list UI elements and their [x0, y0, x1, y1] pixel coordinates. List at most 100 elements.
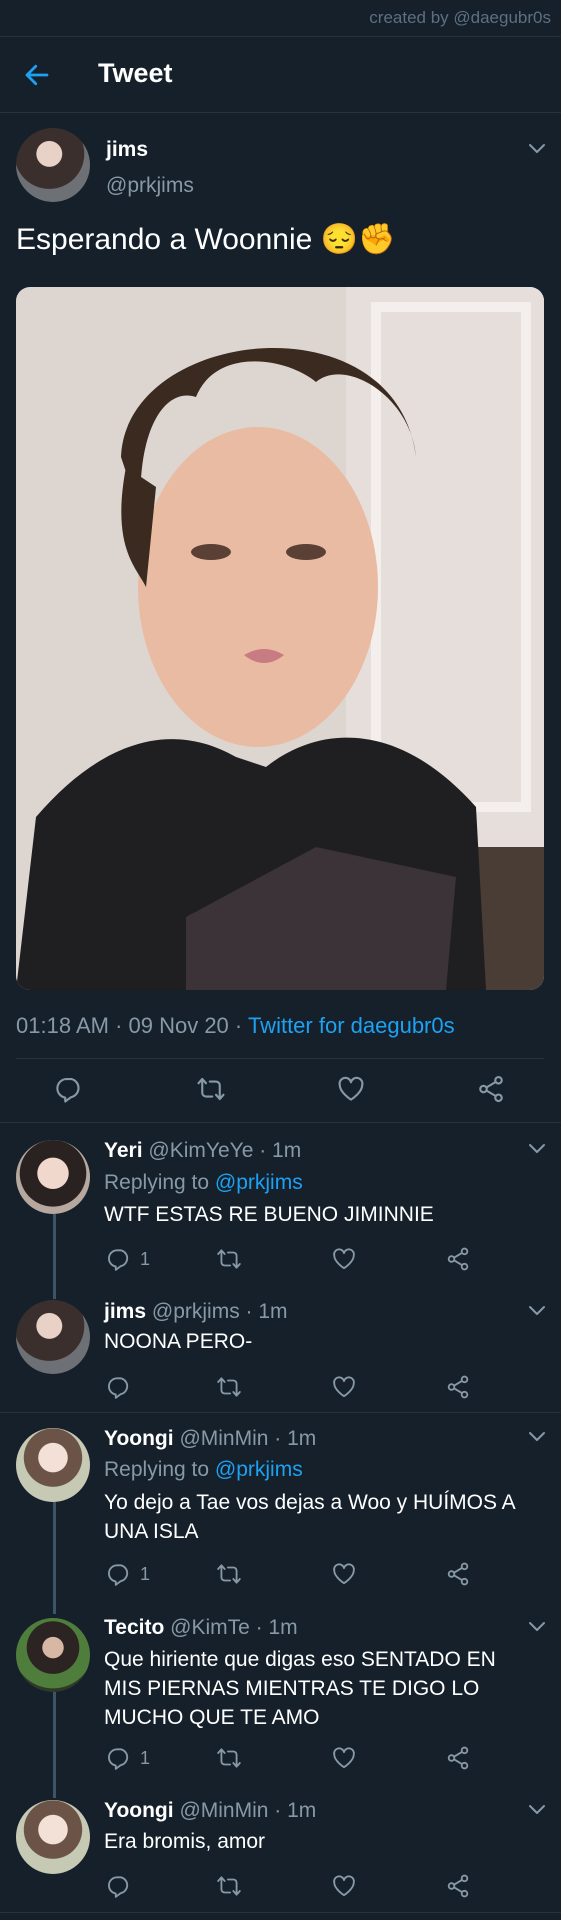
reply-icon [106, 1745, 132, 1771]
reply-button[interactable]: 1 [106, 1745, 150, 1771]
reply-icon[interactable] [54, 1074, 84, 1104]
main-tweet-divider [0, 1122, 561, 1123]
retweet-icon[interactable] [216, 1745, 242, 1771]
reply-text-line: WTF ESTAS RE BUENO JIMINNIE [104, 1203, 434, 1226]
reply-author-name[interactable]: Yeri [104, 1139, 143, 1162]
retweet-icon[interactable] [196, 1074, 226, 1104]
reply-author-name[interactable]: jims [104, 1300, 146, 1323]
tweet-photo[interactable] [16, 287, 544, 990]
reply-icon [106, 1561, 132, 1587]
reply-icon [106, 1873, 132, 1899]
share-icon[interactable] [445, 1745, 471, 1771]
replying-to: Replying to @prkjims [104, 1171, 303, 1195]
reply-author-handle[interactable]: @KimTe · 1m [170, 1616, 298, 1639]
chevron-down-icon[interactable] [528, 1621, 546, 1633]
reply-author-handle[interactable]: @KimYeYe · 1m [148, 1139, 301, 1162]
replying-to-label: Replying to [104, 1458, 215, 1481]
replying-to-link[interactable]: @prkjims [215, 1458, 303, 1481]
reply-author-name[interactable]: Yoongi [104, 1427, 174, 1450]
reply-button[interactable] [106, 1873, 140, 1899]
reply-action-bar [0, 1869, 561, 1903]
avatar[interactable] [16, 128, 90, 202]
replying-to: Replying to @prkjims [104, 1458, 303, 1482]
avatar[interactable] [16, 1618, 90, 1692]
reply-text-line: Yo dejo a Tae vos dejas a Woo y HUÍMOS A [104, 1491, 516, 1514]
tweet-timestamp: 01:18 AM · 09 Nov 20 · [16, 1013, 248, 1038]
chevron-down-icon[interactable] [528, 143, 546, 155]
reply-author-name[interactable]: Tecito [104, 1616, 164, 1639]
tweet-text: Esperando a Woonnie 😔✊ [16, 223, 396, 256]
reply-text-line: MUCHO QUE TE AMO [104, 1706, 320, 1729]
meta-divider [16, 1058, 544, 1059]
tweet-meta: 01:18 AM · 09 Nov 20 · Twitter for daegu… [16, 1013, 455, 1039]
reply-button[interactable]: 1 [106, 1246, 150, 1272]
retweet-icon[interactable] [216, 1374, 242, 1400]
reply-header: Yeri @KimYeYe · 1m [104, 1139, 301, 1163]
tweet-author-handle[interactable]: @prkjims [106, 174, 194, 198]
retweet-icon[interactable] [216, 1246, 242, 1272]
chevron-down-icon[interactable] [528, 1431, 546, 1443]
like-icon[interactable] [331, 1561, 357, 1587]
reply-text: Que hiriente que digas eso SENTADO EN MI… [104, 1645, 496, 1732]
reply-icon [106, 1374, 132, 1400]
reply-icon [106, 1246, 132, 1272]
tweet-author-name[interactable]: jims [106, 138, 148, 162]
reply-text: Era bromis, amor [104, 1827, 265, 1856]
share-icon[interactable] [445, 1561, 471, 1587]
page-title: Tweet [98, 58, 173, 88]
reply-text-line: Era bromis, amor [104, 1830, 266, 1853]
like-icon[interactable] [336, 1074, 366, 1104]
share-icon[interactable] [445, 1246, 471, 1272]
reply-action-bar [0, 1370, 561, 1404]
reply-count: 1 [140, 1747, 151, 1768]
reply-text: WTF ESTAS RE BUENO JIMINNIE [104, 1200, 434, 1229]
reply-author-handle[interactable]: @MinMin · 1m [179, 1799, 316, 1822]
retweet-icon[interactable] [216, 1561, 242, 1587]
reply-author-name[interactable]: Yoongi [104, 1799, 174, 1822]
avatar[interactable] [16, 1428, 90, 1502]
reply-count: 1 [140, 1248, 151, 1269]
reply-button[interactable] [106, 1374, 140, 1400]
reply-count: 1 [140, 1563, 151, 1584]
header-divider [0, 112, 561, 113]
reply-text-line: MIS PIERNAS MIENTRAS TE DIGO LO [104, 1677, 480, 1700]
creator-credit: created by @daegubr0s [369, 8, 551, 27]
tweet-source-link[interactable]: Twitter for daegubr0s [248, 1013, 455, 1038]
reply-header: Yoongi @MinMin · 1m [104, 1427, 316, 1451]
chevron-down-icon[interactable] [528, 1804, 546, 1816]
reply-author-handle[interactable]: @MinMin · 1m [179, 1427, 316, 1450]
like-icon[interactable] [331, 1745, 357, 1771]
main-action-bar [0, 1072, 561, 1106]
reply-header: Yoongi @MinMin · 1m [104, 1799, 316, 1823]
reply-header: jims @prkjims · 1m [104, 1300, 288, 1324]
reply-action-bar: 1 [0, 1741, 561, 1775]
chevron-down-icon[interactable] [528, 1305, 546, 1317]
reply-author-handle[interactable]: @prkjims · 1m [152, 1300, 288, 1323]
retweet-icon[interactable] [216, 1873, 242, 1899]
reply-text: Yo dejo a Tae vos dejas a Woo y HUÍMOS A… [104, 1488, 516, 1546]
reply-text: NOONA PERO- [104, 1327, 252, 1356]
top-divider [0, 36, 561, 37]
share-icon[interactable] [445, 1873, 471, 1899]
like-icon[interactable] [331, 1374, 357, 1400]
chevron-down-icon[interactable] [528, 1143, 546, 1155]
avatar[interactable] [16, 1140, 90, 1214]
reply-text-line: Que hiriente que digas eso SENTADO EN [104, 1648, 496, 1671]
replying-to-label: Replying to [104, 1171, 215, 1194]
reply-text-line: UNA ISLA [104, 1520, 199, 1543]
like-icon[interactable] [331, 1246, 357, 1272]
reply-button[interactable]: 1 [106, 1561, 150, 1587]
avatar[interactable] [16, 1300, 90, 1374]
like-icon[interactable] [331, 1873, 357, 1899]
share-icon[interactable] [476, 1074, 506, 1104]
bottom-divider [0, 1912, 561, 1913]
reply-action-bar: 1 [0, 1242, 561, 1276]
reply-header: Tecito @KimTe · 1m [104, 1616, 298, 1640]
back-arrow-icon[interactable] [22, 60, 52, 90]
thread-divider [0, 1412, 561, 1413]
replying-to-link[interactable]: @prkjims [215, 1171, 303, 1194]
avatar[interactable] [16, 1800, 90, 1874]
reply-text-line: NOONA PERO- [104, 1330, 253, 1353]
reply-action-bar: 1 [0, 1557, 561, 1591]
share-icon[interactable] [445, 1374, 471, 1400]
